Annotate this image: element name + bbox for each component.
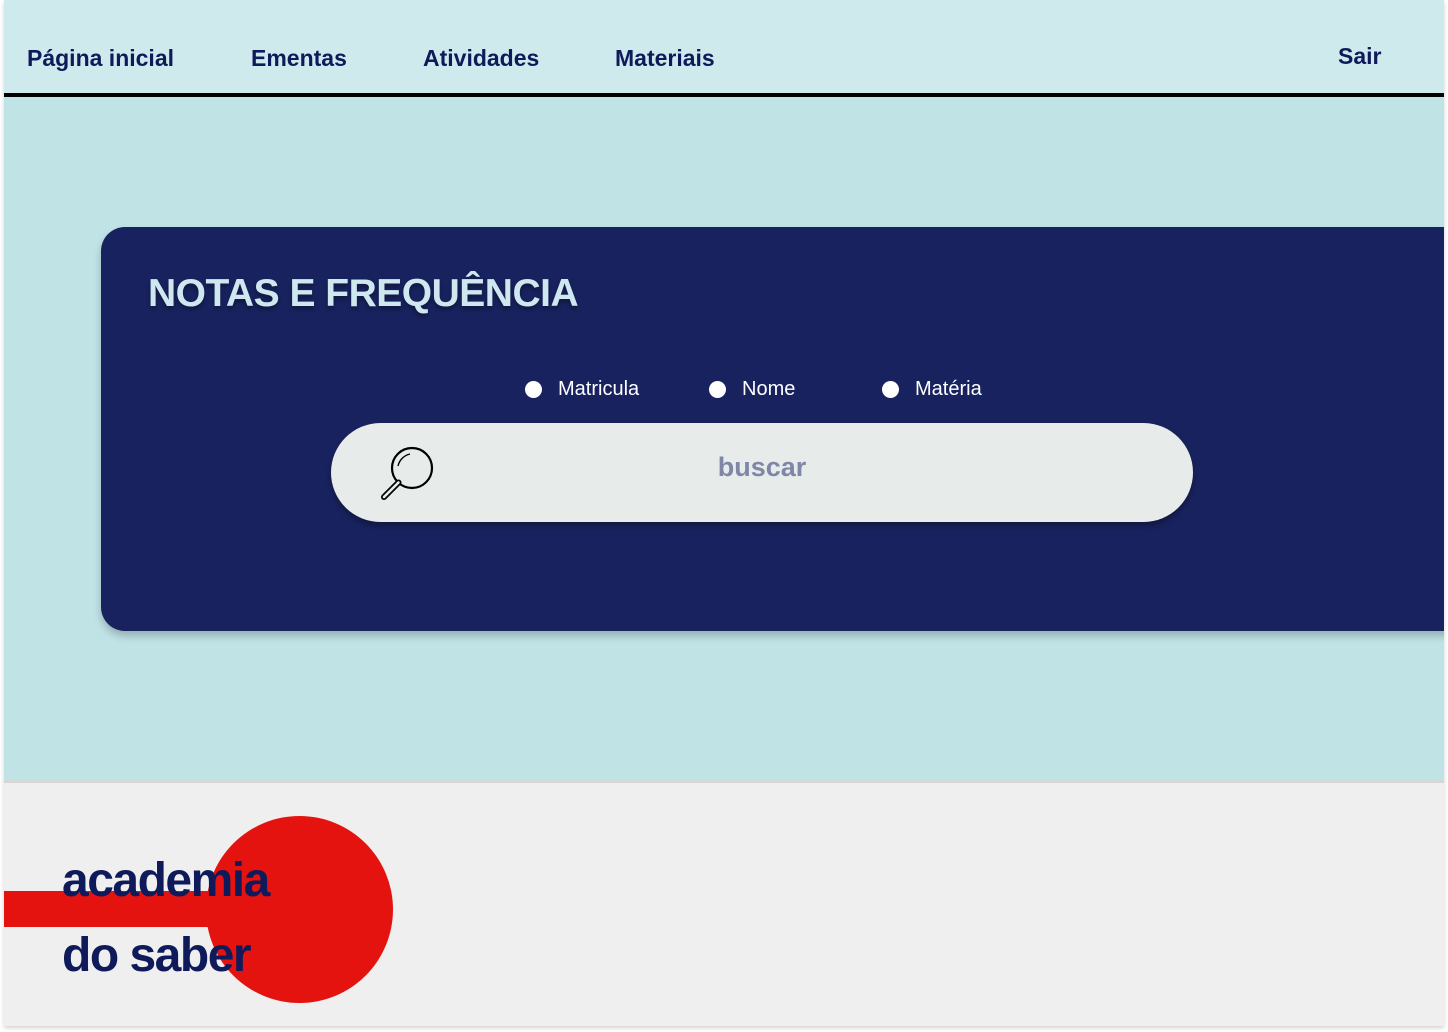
nav-link-materiais[interactable]: Materiais (615, 45, 715, 72)
radio-button[interactable] (525, 380, 542, 398)
filter-radio-nome[interactable]: Nome (709, 376, 795, 402)
top-navigation-bar: Página inicial Ementas Atividades Materi… (4, 0, 1444, 94)
footer: academia do saber (4, 780, 1444, 1026)
radio-label: Nome (742, 377, 796, 400)
radio-button[interactable] (709, 380, 726, 398)
radio-label: Matéria (915, 377, 982, 400)
logout-link[interactable]: Sair (1338, 43, 1381, 70)
page-title: NOTAS E FREQUÊNCIA (148, 272, 579, 315)
app-frame: Página inicial Ementas Atividades Materi… (4, 0, 1444, 1026)
logo-text-line1: academia (62, 854, 270, 907)
radio-label: Matricula (558, 377, 640, 400)
grades-attendance-card: NOTAS E FREQUÊNCIA Matricula Nome Matéri… (101, 227, 1444, 631)
radio-button[interactable] (882, 380, 899, 398)
filter-radio-matricula[interactable]: Matricula (525, 376, 639, 402)
search-placeholder: buscar (717, 452, 807, 482)
nav-link-ementas[interactable]: Ementas (251, 45, 347, 72)
nav-link-home[interactable]: Página inicial (27, 45, 174, 72)
filter-radio-materia[interactable]: Matéria (882, 376, 982, 402)
academia-do-saber-logo: academia do saber (4, 783, 424, 1026)
nav-link-atividades[interactable]: Atividades (423, 45, 539, 72)
logo-text-line2: do saber (62, 929, 252, 982)
search-input[interactable]: buscar (331, 423, 1193, 522)
